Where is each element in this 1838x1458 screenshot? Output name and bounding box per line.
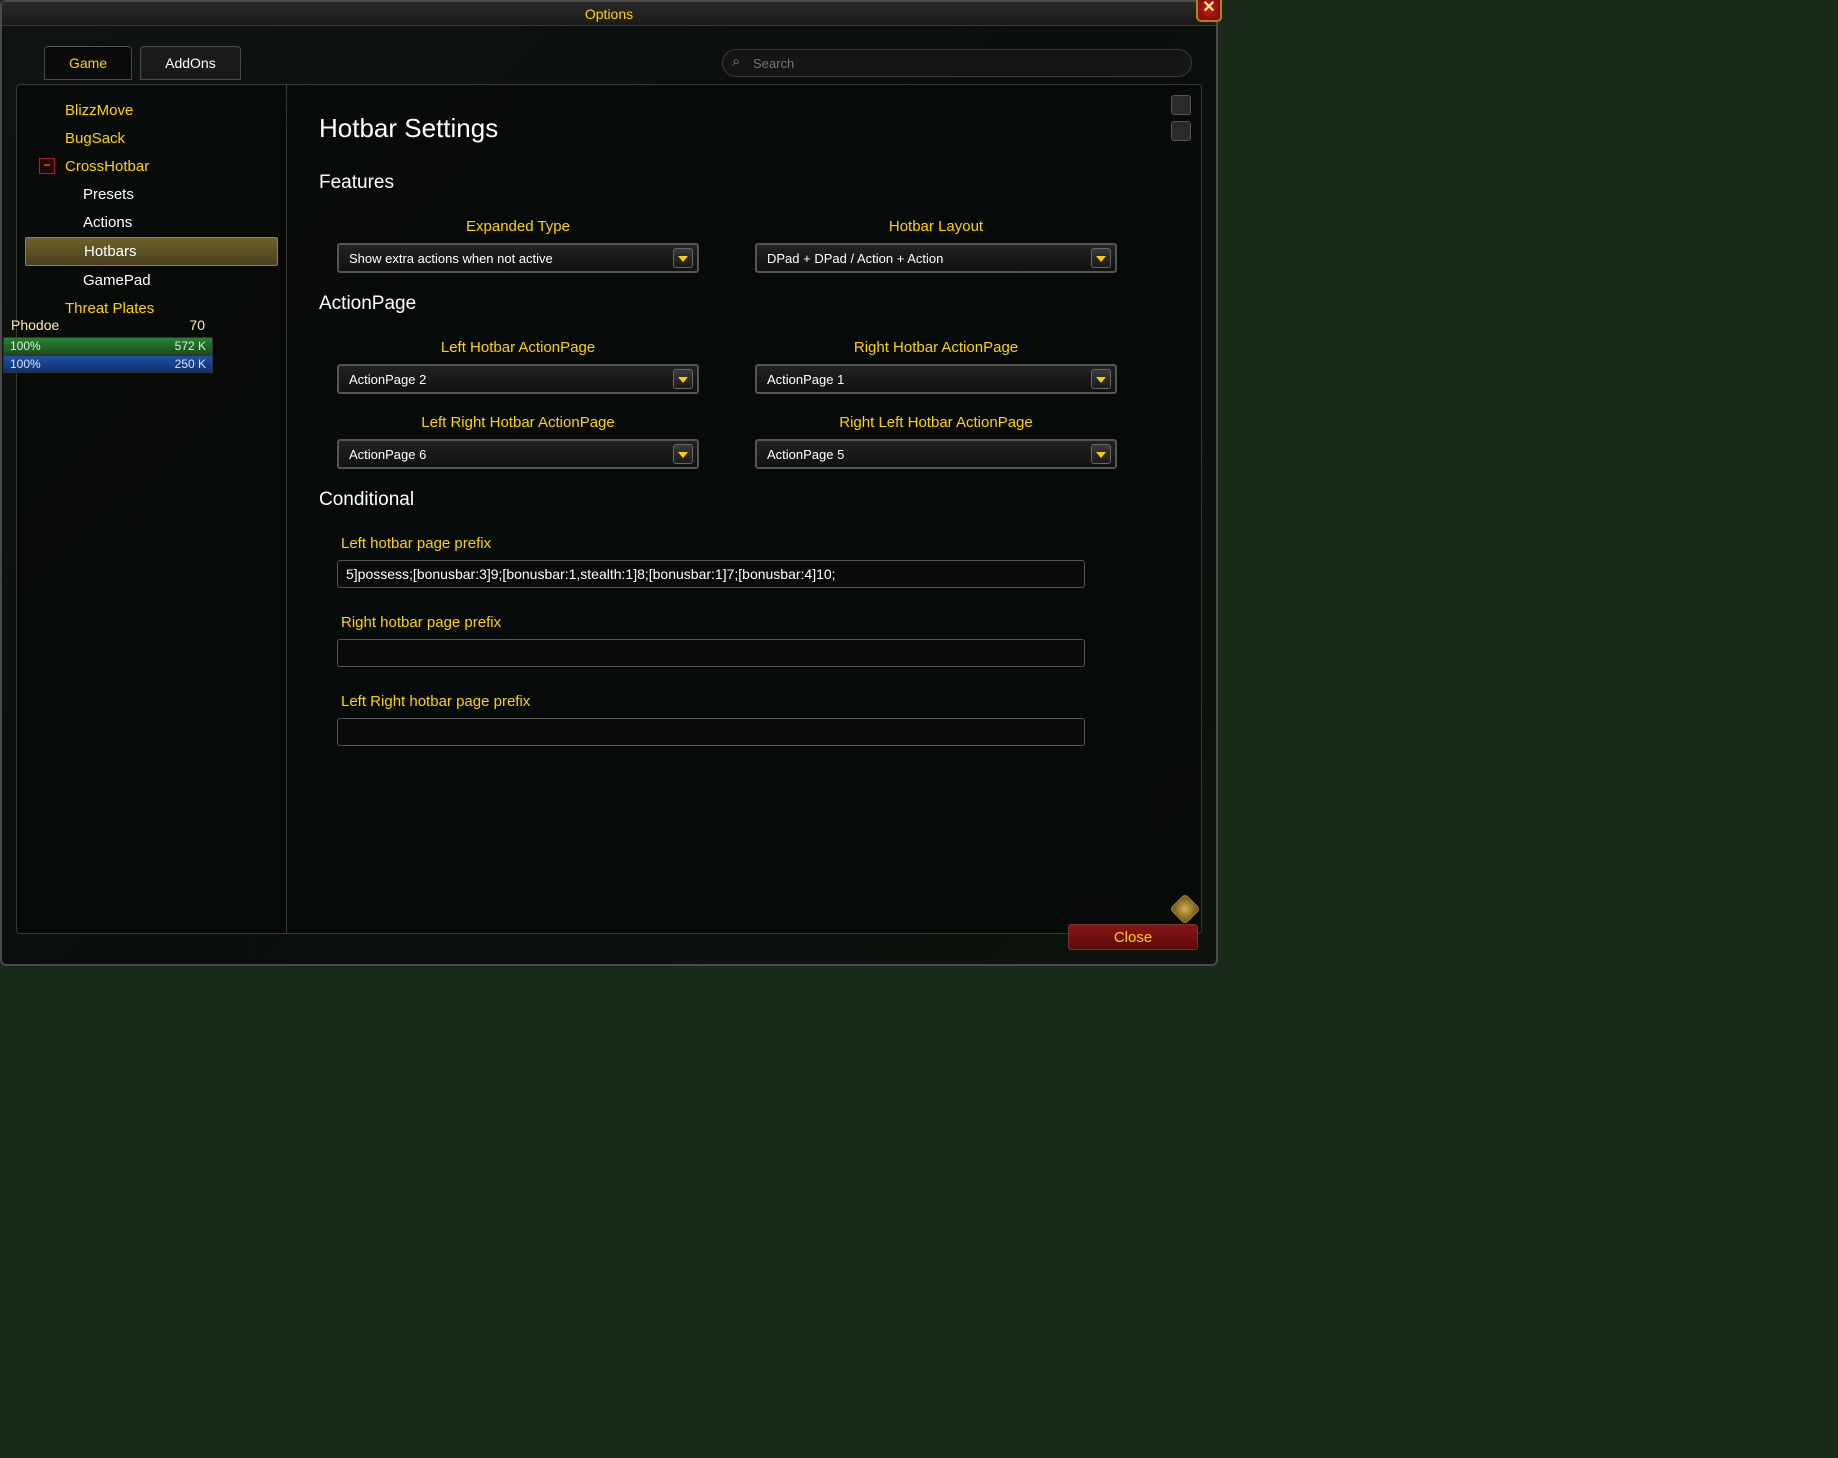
tab-addons[interactable]: AddOns: [140, 46, 241, 80]
hotbar-layout-dropdown[interactable]: DPad + DPad / Action + Action: [755, 243, 1117, 273]
left-actionpage-field: Left Hotbar ActionPage ActionPage 2: [337, 339, 699, 394]
actionpage-heading: ActionPage: [319, 293, 1169, 315]
dropdown-value: ActionPage 6: [349, 447, 426, 462]
footer: Close: [1068, 924, 1198, 950]
search-wrap: [722, 49, 1192, 77]
page-title: Hotbar Settings: [319, 113, 1169, 144]
hp-bar: 100% 572 K: [3, 337, 213, 355]
sidebar-item-label: CrossHotbar: [65, 158, 149, 175]
rightleft-actionpage-label: Right Left Hotbar ActionPage: [755, 414, 1117, 431]
sidebar-item-presets[interactable]: Presets: [25, 181, 278, 208]
chevron-down-icon: [673, 248, 693, 268]
actionpage-row1: Left Hotbar ActionPage ActionPage 2 Righ…: [319, 339, 1169, 394]
right-actionpage-dropdown[interactable]: ActionPage 1: [755, 364, 1117, 394]
leftright-actionpage-field: Left Right Hotbar ActionPage ActionPage …: [337, 414, 699, 469]
expanded-type-field: Expanded Type Show extra actions when no…: [337, 218, 699, 273]
sidebar-item-hotbars[interactable]: Hotbars: [25, 237, 278, 266]
left-prefix-block: Left hotbar page prefix: [319, 535, 1169, 588]
dropdown-value: Show extra actions when not active: [349, 251, 553, 266]
right-prefix-block: Right hotbar page prefix: [319, 614, 1169, 667]
sidebar-item-gamepad[interactable]: GamePad: [25, 267, 278, 294]
rightleft-actionpage-dropdown[interactable]: ActionPage 5: [755, 439, 1117, 469]
hotbar-layout-label: Hotbar Layout: [755, 218, 1117, 235]
collapse-icon[interactable]: −: [39, 158, 55, 174]
window-title: Options: [585, 6, 633, 22]
left-prefix-label: Left hotbar page prefix: [341, 535, 1169, 552]
leftright-prefix-label: Left Right hotbar page prefix: [341, 693, 1169, 710]
sidebar-item-bugsack[interactable]: BugSack: [25, 125, 278, 152]
right-actionpage-label: Right Hotbar ActionPage: [755, 339, 1117, 356]
chevron-down-icon: [1091, 369, 1111, 389]
expanded-type-label: Expanded Type: [337, 218, 699, 235]
hp-val: 572 K: [175, 338, 206, 354]
chevron-down-icon: [1091, 444, 1111, 464]
options-window: Options ✕ Game AddOns BlizzMove BugSack …: [0, 0, 1218, 966]
hotbar-layout-field: Hotbar Layout DPad + DPad / Action + Act…: [755, 218, 1117, 273]
hp-pct: 100%: [10, 338, 41, 354]
rightleft-actionpage-field: Right Left Hotbar ActionPage ActionPage …: [755, 414, 1117, 469]
titlebar: Options: [2, 2, 1216, 26]
chevron-down-icon: [673, 369, 693, 389]
left-actionpage-dropdown[interactable]: ActionPage 2: [337, 364, 699, 394]
left-actionpage-label: Left Hotbar ActionPage: [337, 339, 699, 356]
right-prefix-label: Right hotbar page prefix: [341, 614, 1169, 631]
features-heading: Features: [319, 172, 1169, 194]
body: BlizzMove BugSack − CrossHotbar Presets …: [16, 84, 1202, 934]
right-actionpage-field: Right Hotbar ActionPage ActionPage 1: [755, 339, 1117, 394]
sidebar-item-actions[interactable]: Actions: [25, 209, 278, 236]
background-unitframe: Phodoe 70 100% 572 K 100% 250 K: [3, 317, 213, 373]
actionpage-row2: Left Right Hotbar ActionPage ActionPage …: [319, 414, 1169, 469]
sidebar-item-blizzmove[interactable]: BlizzMove: [25, 97, 278, 124]
expanded-type-dropdown[interactable]: Show extra actions when not active: [337, 243, 699, 273]
conditional-heading: Conditional: [319, 489, 1169, 511]
mp-val: 250 K: [175, 356, 206, 372]
sidebar-item-threatplates[interactable]: Threat Plates: [25, 295, 278, 322]
tabs-row: Game AddOns: [2, 26, 1216, 80]
sidebar: BlizzMove BugSack − CrossHotbar Presets …: [17, 85, 287, 933]
chevron-down-icon: [1091, 248, 1111, 268]
features-row: Expanded Type Show extra actions when no…: [319, 218, 1169, 273]
close-button[interactable]: Close: [1068, 924, 1198, 950]
leftright-prefix-input[interactable]: [337, 718, 1085, 746]
dropdown-value: ActionPage 1: [767, 372, 844, 387]
mp-pct: 100%: [10, 356, 41, 372]
dropdown-value: ActionPage 5: [767, 447, 844, 462]
dropdown-value: ActionPage 2: [349, 372, 426, 387]
panel-icon-2[interactable]: [1171, 121, 1191, 141]
content: Hotbar Settings Features Expanded Type S…: [287, 85, 1201, 933]
mp-bar: 100% 250 K: [3, 355, 213, 373]
leftright-prefix-block: Left Right hotbar page prefix: [319, 693, 1169, 746]
close-icon[interactable]: ✕: [1196, 0, 1222, 22]
right-prefix-input[interactable]: [337, 639, 1085, 667]
panel-icon-1[interactable]: [1171, 95, 1191, 115]
sidebar-item-crosshotbar[interactable]: − CrossHotbar: [25, 153, 278, 180]
search-input[interactable]: [722, 49, 1192, 77]
leftright-actionpage-label: Left Right Hotbar ActionPage: [337, 414, 699, 431]
leftright-actionpage-dropdown[interactable]: ActionPage 6: [337, 439, 699, 469]
chevron-down-icon: [673, 444, 693, 464]
left-prefix-input[interactable]: [337, 560, 1085, 588]
dropdown-value: DPad + DPad / Action + Action: [767, 251, 943, 266]
tab-game[interactable]: Game: [44, 46, 132, 80]
